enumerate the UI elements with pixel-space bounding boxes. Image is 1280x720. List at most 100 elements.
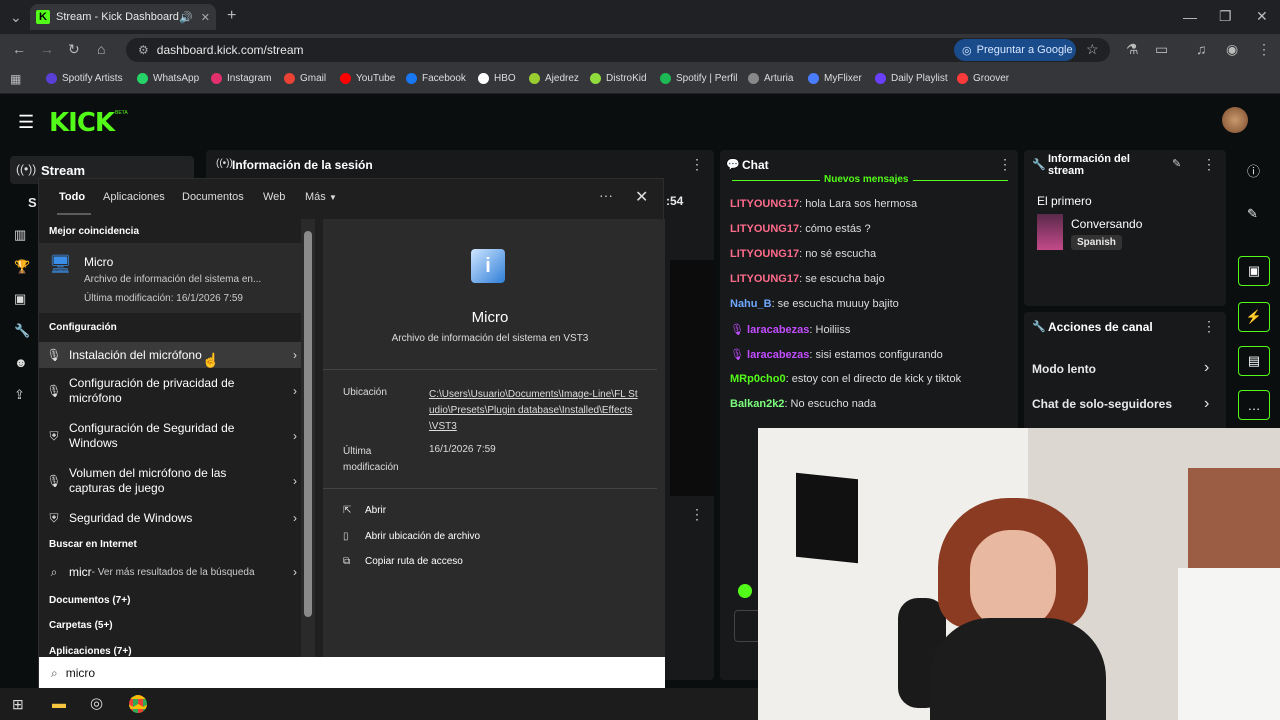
notes-button[interactable]: ▤ <box>1238 346 1270 376</box>
reload-icon[interactable]: ↻ <box>68 41 80 58</box>
maximize-icon[interactable]: ❐ <box>1219 8 1232 25</box>
chat-username[interactable]: Balkan2k2 <box>730 398 784 410</box>
edit-pencil-icon[interactable]: ✎ <box>1172 157 1181 170</box>
preview-menu-icon[interactable]: ⋮ <box>690 506 704 523</box>
user-avatar[interactable] <box>1222 107 1248 133</box>
profile-icon[interactable]: ◉ <box>1226 41 1238 58</box>
bookmark-item[interactable]: Gmail <box>284 73 326 84</box>
analytics-icon[interactable]: ▥ <box>14 227 30 243</box>
forward-icon[interactable]: → <box>40 41 54 57</box>
video-icon[interactable]: ▣ <box>14 291 30 307</box>
bookmark-item[interactable]: HBO <box>478 73 516 84</box>
extension-icon[interactable]: ⚗ <box>1126 41 1139 58</box>
nav-letter: S <box>28 195 37 210</box>
screen-capture-button[interactable]: ▣ <box>1238 256 1270 286</box>
file-explorer-icon[interactable]: ▬ <box>52 695 66 711</box>
bookmark-item[interactable]: Ajedrez <box>529 73 579 84</box>
chat-username[interactable]: Nahu_B <box>730 298 772 310</box>
bookmark-item[interactable]: DistroKid <box>590 73 647 84</box>
stream-info-menu-icon[interactable]: ⋮ <box>1202 156 1216 173</box>
bookmark-favicon-icon <box>875 73 886 84</box>
obs-icon[interactable]: ◎ <box>90 694 103 712</box>
chat-button[interactable]: … <box>1238 390 1270 420</box>
bookmark-star-icon[interactable]: ☆ <box>1086 41 1099 58</box>
ask-google-button[interactable]: ◎ Preguntar a Google <box>954 39 1076 61</box>
flash-button[interactable]: ⚡ <box>1238 302 1270 332</box>
config-item-mic-setup[interactable]: 🎙 Instalación del micrófono › <box>39 342 301 368</box>
chat-username[interactable]: LITYOUNG17 <box>730 198 799 210</box>
bookmark-item[interactable]: Spotify Artists <box>46 73 123 84</box>
tab-apps[interactable]: Aplicaciones <box>103 191 165 203</box>
info-icon[interactable]: ⓘ <box>1247 161 1260 180</box>
bookmark-item[interactable]: Spotify | Perfil <box>660 73 738 84</box>
tab-more[interactable]: Más <box>305 191 326 203</box>
tab-kick-dashboard[interactable]: K Stream - Kick Dashboard 🔊 ✕ <box>30 4 216 30</box>
chat-username[interactable]: MRp0cho0 <box>730 373 786 385</box>
search-input[interactable]: ⌕ micro <box>39 657 665 689</box>
config-item-mic-privacy[interactable]: 🎙 Configuración de privacidad de micrófon… <box>39 372 301 410</box>
chat-username[interactable]: laracabezas <box>747 349 809 361</box>
new-tab-icon[interactable]: + <box>227 7 236 25</box>
close-search-icon[interactable]: ✕ <box>635 187 648 207</box>
action-copy-path[interactable]: ⧉ Copiar ruta de acceso <box>343 556 463 572</box>
bookmark-item[interactable]: Arturia <box>748 73 793 84</box>
language-badge: Spanish <box>1071 235 1122 250</box>
group-folders[interactable]: Carpetas (5+) <box>49 620 113 631</box>
config-item-security-settings[interactable]: ⛨ Configuración de Seguridad de Windows › <box>39 417 301 455</box>
chat-menu-icon[interactable]: ⋮ <box>998 156 1012 173</box>
tab-documents[interactable]: Documentos <box>182 191 244 203</box>
chat-username[interactable]: LITYOUNG17 <box>730 223 799 235</box>
bookmark-item[interactable]: Daily Playlist <box>875 73 948 84</box>
bookmark-item[interactable]: Instagram <box>211 73 271 84</box>
bookmark-item[interactable]: WhatsApp <box>137 73 199 84</box>
chat-username[interactable]: LITYOUNG17 <box>730 273 799 285</box>
location-link[interactable]: C:\Users\Usuario\Documents\Image-Line\FL… <box>429 387 639 435</box>
config-item-windows-security[interactable]: ⛨ Seguridad de Windows › <box>39 507 301 529</box>
chat-username[interactable]: LITYOUNG17 <box>730 248 799 260</box>
menu-dots-icon[interactable]: ⋮ <box>1257 41 1271 58</box>
kick-logo[interactable]: KICK <box>49 108 115 138</box>
bookmark-item[interactable]: Groover <box>957 73 1009 84</box>
web-search-item[interactable]: ⌕ micr - Ver más resultados de la búsqued… <box>39 561 301 583</box>
google-lens-icon: ◎ <box>962 44 972 57</box>
action-open-location[interactable]: ▯ Abrir ubicación de archivo <box>343 531 480 547</box>
tab-web[interactable]: Web <box>263 191 285 203</box>
group-apps[interactable]: Aplicaciones (7+) <box>49 646 132 657</box>
action-followers-chat[interactable]: Chat de solo-seguidores › <box>1024 392 1226 416</box>
trophy-icon[interactable]: 🏆 <box>14 259 30 275</box>
tab-all[interactable]: Todo <box>59 191 85 203</box>
close-window-icon[interactable]: ✕ <box>1256 8 1268 25</box>
chat-message: 🎙 laracabezas: sisi estamos configurando <box>730 348 943 361</box>
pencil-icon[interactable]: ✎ <box>1247 206 1258 222</box>
windows-start-icon[interactable]: ⊞ <box>12 696 24 713</box>
media-icon[interactable]: ♫ <box>1196 41 1207 57</box>
close-tab-icon[interactable]: ✕ <box>201 11 210 24</box>
bookmark-item[interactable]: YouTube <box>340 73 395 84</box>
group-documents[interactable]: Documentos (7+) <box>49 595 130 606</box>
config-item-game-mic-volume[interactable]: 🎙 Volumen del micrófono de las capturas d… <box>39 462 301 500</box>
community-icon[interactable]: ☻ <box>14 355 30 371</box>
apps-grid-icon[interactable]: ▦ <box>10 72 21 86</box>
chrome-icon[interactable] <box>129 695 147 713</box>
action-open[interactable]: ⇱ Abrir <box>343 505 386 521</box>
hamburger-menu-icon[interactable]: ☰ <box>18 112 34 133</box>
back-icon[interactable]: ← <box>12 41 26 57</box>
upload-icon[interactable]: ⇪ <box>14 387 30 403</box>
results-scrollbar[interactable] <box>301 219 315 657</box>
tab-menu-icon[interactable]: ⌄ <box>10 9 22 26</box>
scrollbar-thumb[interactable] <box>304 231 312 617</box>
best-match-item[interactable]: 🖥 Micro Archivo de información del siste… <box>39 243 301 313</box>
channel-actions-menu-icon[interactable]: ⋮ <box>1202 318 1216 335</box>
webcam-overlay <box>758 428 1280 720</box>
options-dots-icon[interactable]: ··· <box>599 187 613 203</box>
bookmark-item[interactable]: MyFlixer <box>808 73 862 84</box>
bookmark-item[interactable]: Facebook <box>406 73 466 84</box>
minimize-icon[interactable]: — <box>1183 9 1197 25</box>
session-menu-icon[interactable]: ⋮ <box>690 156 704 173</box>
chat-username[interactable]: laracabezas <box>747 324 809 336</box>
card-icon[interactable]: ▭ <box>1155 41 1168 58</box>
wrench-icon[interactable]: 🔧 <box>14 323 30 339</box>
home-icon[interactable]: ⌂ <box>97 41 105 57</box>
action-slow-mode[interactable]: Modo lento › <box>1024 356 1226 380</box>
site-info-icon[interactable]: ⚙ <box>138 43 149 57</box>
